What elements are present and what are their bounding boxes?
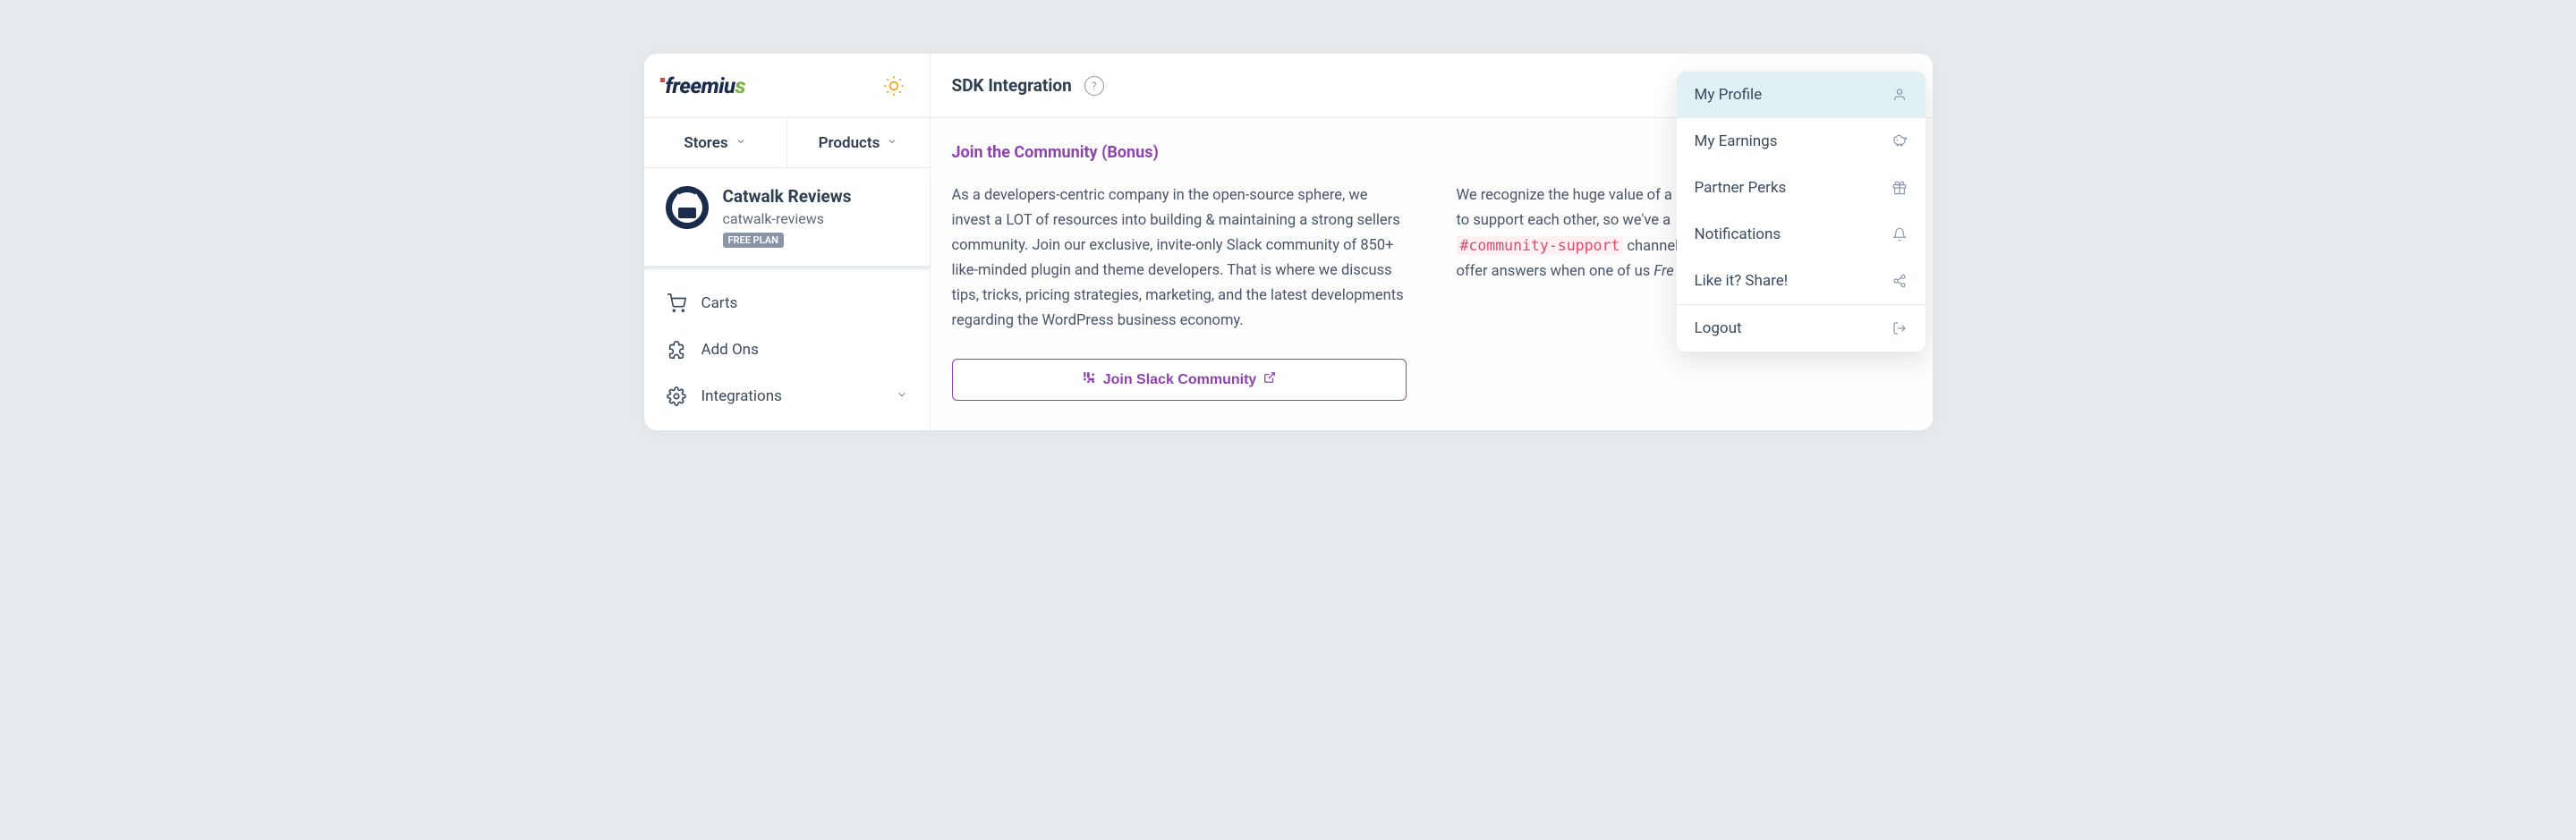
gift-icon <box>1892 180 1908 196</box>
menu-item-notifications[interactable]: Notifications <box>1677 211 1926 258</box>
product-card[interactable]: Catwalk Reviews catwalk-reviews FREE PLA… <box>644 168 930 269</box>
sidebar-item-label: Add Ons <box>701 341 759 359</box>
tab-label: Stores <box>684 134 727 152</box>
menu-item-profile[interactable]: My Profile <box>1677 72 1926 118</box>
sidebar-item-label: Carts <box>701 294 738 312</box>
gear-icon <box>666 386 687 407</box>
slack-icon <box>1082 370 1096 389</box>
column-left: As a developers-centric company in the o… <box>952 183 1407 401</box>
menu-item-label: Like it? Share! <box>1695 272 1789 290</box>
piggy-bank-icon <box>1892 133 1908 149</box>
tab-products[interactable]: Products <box>787 118 930 167</box>
menu-item-perks[interactable]: Partner Perks <box>1677 165 1926 211</box>
chevron-down-icon <box>896 387 908 405</box>
tab-label: Products <box>819 134 880 152</box>
product-avatar <box>666 186 709 229</box>
code-channel: #community-support <box>1457 236 1624 255</box>
join-slack-button[interactable]: Join Slack Community <box>952 359 1407 401</box>
menu-item-label: My Profile <box>1695 86 1763 104</box>
help-button[interactable]: ? <box>1084 76 1104 96</box>
theme-toggle-button[interactable] <box>880 72 908 100</box>
sidebar: Stores Products Catwalk Review <box>644 118 931 430</box>
menu-item-label: My Earnings <box>1695 132 1778 150</box>
page-title-section: SDK Integration ? <box>931 75 1126 96</box>
menu-item-share[interactable]: Like it? Share! <box>1677 258 1926 304</box>
sidebar-item-integrations[interactable]: Integrations <box>644 373 930 420</box>
menu-item-label: Partner Perks <box>1695 179 1787 197</box>
menu-item-label: Logout <box>1695 319 1742 337</box>
button-label: Join Slack Community <box>1103 372 1257 388</box>
product-name: Catwalk Reviews <box>723 186 852 207</box>
page-title: SDK Integration <box>952 75 1072 96</box>
bell-icon <box>1892 226 1908 242</box>
tabs-row: Stores Products <box>644 118 930 168</box>
app-window: freemius SDK Integration ? <box>644 54 1933 430</box>
menu-item-logout[interactable]: Logout <box>1677 304 1926 352</box>
product-slug: catwalk-reviews <box>723 210 852 227</box>
sidebar-item-label: Integrations <box>701 387 782 405</box>
menu-item-earnings[interactable]: My Earnings <box>1677 118 1926 165</box>
logo[interactable]: freemius <box>666 73 746 98</box>
sun-icon <box>882 74 905 98</box>
chevron-down-icon <box>887 136 897 149</box>
user-menu-dropdown: My Profile My Earnings Partner Perks Not… <box>1677 72 1926 352</box>
paragraph: As a developers-centric company in the o… <box>952 183 1407 334</box>
sidebar-item-addons[interactable]: Add Ons <box>644 327 930 373</box>
external-link-icon <box>1263 371 1276 388</box>
user-icon <box>1892 87 1908 103</box>
product-info: Catwalk Reviews catwalk-reviews FREE PLA… <box>723 186 852 248</box>
nav-items: Carts Add Ons Integrations <box>644 269 930 430</box>
sidebar-item-carts[interactable]: Carts <box>644 280 930 327</box>
plan-badge: FREE PLAN <box>723 233 784 248</box>
share-icon <box>1892 273 1908 289</box>
addon-icon <box>666 339 687 361</box>
logout-icon <box>1892 320 1908 336</box>
tab-stores[interactable]: Stores <box>644 118 787 167</box>
cart-icon <box>666 293 687 314</box>
menu-item-label: Notifications <box>1695 225 1781 243</box>
question-icon: ? <box>1092 80 1097 92</box>
chevron-down-icon <box>735 136 746 149</box>
logo-section: freemius <box>644 54 931 117</box>
